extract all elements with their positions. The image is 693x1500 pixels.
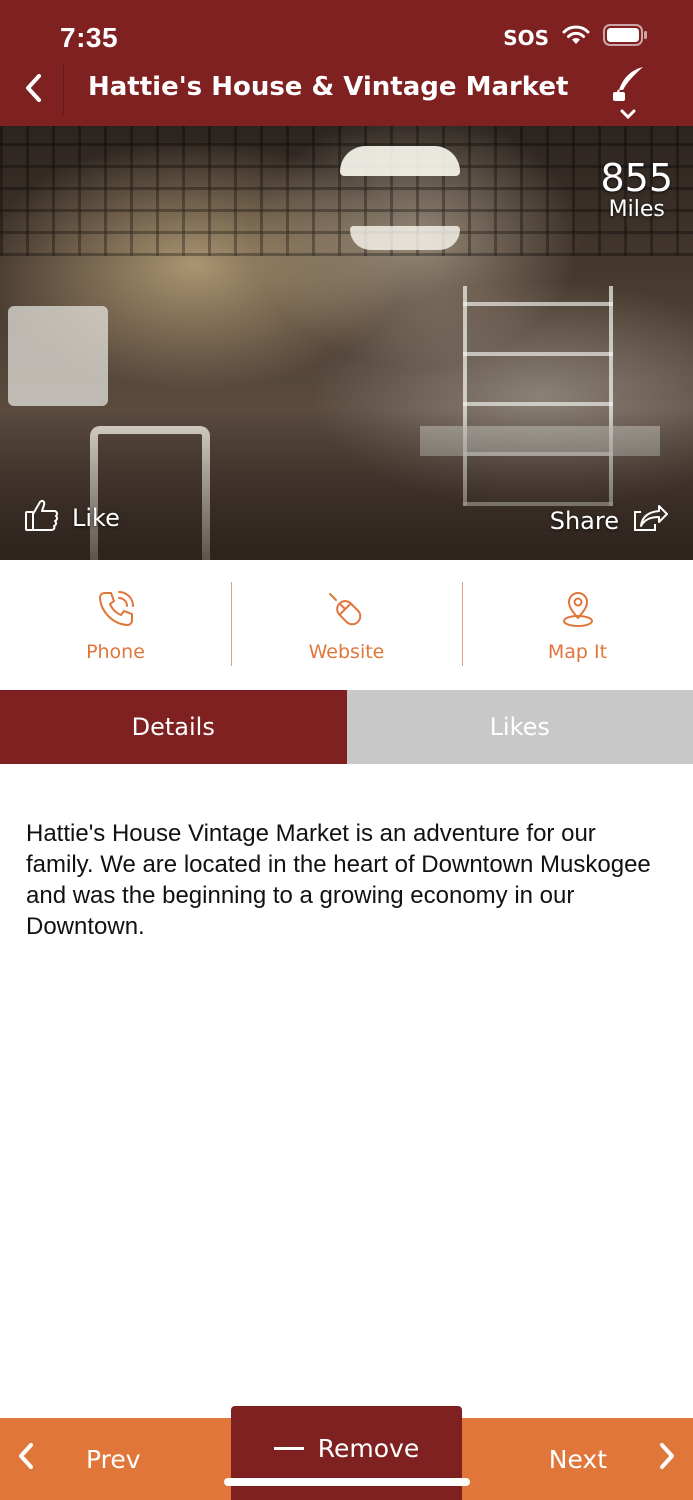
status-indicators: SOS xyxy=(503,24,649,51)
sos-indicator: SOS xyxy=(503,25,549,50)
distance-unit: Miles xyxy=(608,197,665,222)
quill-icon xyxy=(607,67,649,124)
prev-label: Prev xyxy=(86,1444,141,1474)
distance-value: 855 xyxy=(600,156,673,200)
navigation-bar: Hattie's House & Vintage Market xyxy=(0,64,693,120)
home-indicator xyxy=(224,1478,470,1486)
map-pin-icon xyxy=(557,588,599,635)
status-time: 7:35 xyxy=(60,22,119,53)
battery-icon xyxy=(603,24,649,51)
prev-button[interactable]: Prev xyxy=(0,1418,230,1500)
action-row: Phone Website Map It xyxy=(0,560,693,690)
phone-button[interactable]: Phone xyxy=(0,560,231,690)
website-label: Website xyxy=(308,640,385,663)
phone-label: Phone xyxy=(86,640,145,663)
share-icon xyxy=(633,504,669,538)
chevron-left-icon xyxy=(16,1441,36,1477)
mouse-icon xyxy=(326,588,368,635)
tab-details[interactable]: Details xyxy=(0,690,347,764)
quill-menu-button[interactable] xyxy=(607,64,649,120)
page-title: Hattie's House & Vintage Market xyxy=(88,72,569,102)
like-label: Like xyxy=(72,504,120,532)
venue-photo: 855 Miles Like Share xyxy=(0,126,693,560)
map-it-button[interactable]: Map It xyxy=(462,560,693,690)
share-button[interactable]: Share xyxy=(550,504,669,538)
thumbs-up-icon xyxy=(24,498,60,538)
chevron-right-icon xyxy=(657,1441,677,1477)
share-label: Share xyxy=(549,507,619,535)
detail-tabs: Details Likes xyxy=(0,690,693,764)
venue-description: Hattie's House Vintage Market is an adve… xyxy=(26,820,651,940)
photo-lamp xyxy=(340,146,460,176)
like-button[interactable]: Like xyxy=(24,498,120,538)
remove-label: Remove xyxy=(317,1433,420,1463)
next-label: Next xyxy=(548,1444,607,1474)
photo-ceiling xyxy=(0,126,693,256)
photo-shelf xyxy=(8,306,108,406)
photo-lamp xyxy=(350,226,460,250)
tab-likes[interactable]: Likes xyxy=(346,690,693,764)
map-it-label: Map It xyxy=(547,640,608,663)
next-button[interactable]: Next xyxy=(463,1418,693,1500)
wifi-icon xyxy=(561,24,591,51)
minus-icon xyxy=(273,1446,304,1450)
website-button[interactable]: Website xyxy=(231,560,462,690)
back-button[interactable] xyxy=(14,70,54,110)
distance-badge: 855 Miles xyxy=(600,158,673,222)
nav-divider xyxy=(63,64,64,114)
app-header: 7:35 SOS Hattie's House & Vintage Market xyxy=(0,0,693,126)
phone-icon xyxy=(95,588,137,635)
chevron-left-icon xyxy=(24,73,44,108)
